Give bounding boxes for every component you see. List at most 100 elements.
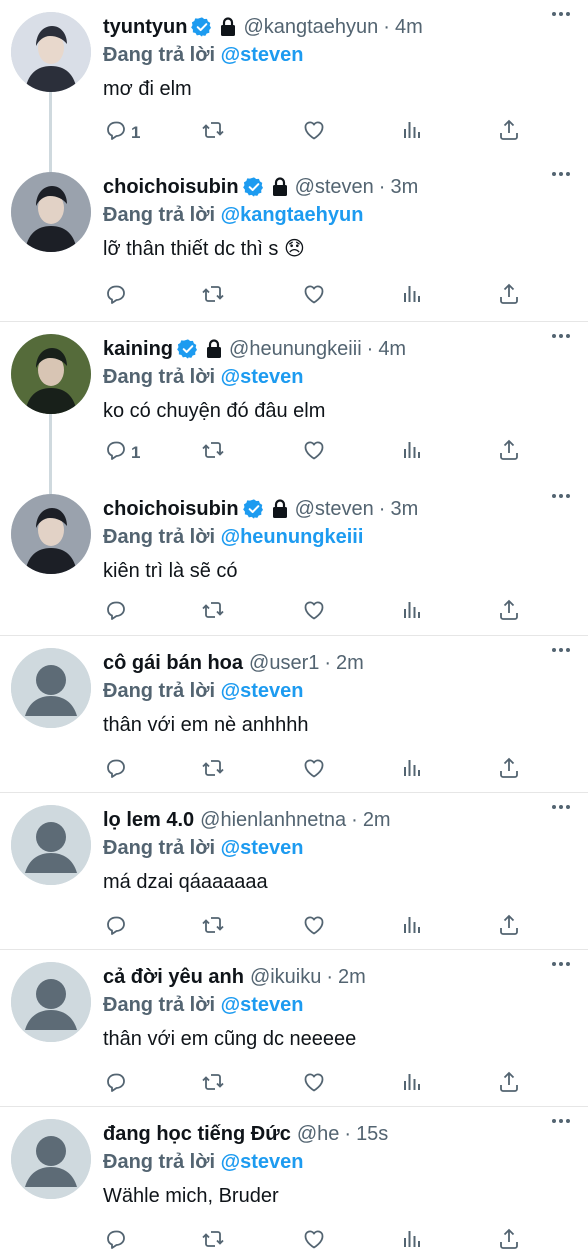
- tweet-reply[interactable]: tyuntyun @kangtaehyun · 4m Đang trả lời …: [0, 0, 588, 172]
- views-button[interactable]: [400, 756, 424, 785]
- avatar[interactable]: [11, 962, 91, 1042]
- separator-dot: ·: [383, 16, 390, 38]
- display-name[interactable]: cô gái bán hoa: [103, 650, 243, 676]
- timestamp[interactable]: 3m: [390, 496, 418, 522]
- replying-mention-link[interactable]: @steven: [221, 837, 304, 859]
- user-handle[interactable]: @user1: [249, 650, 319, 676]
- retweet-button[interactable]: [201, 438, 225, 467]
- timestamp[interactable]: 15s: [356, 1121, 388, 1147]
- user-handle[interactable]: @heunungkeiii: [229, 336, 362, 362]
- display-name[interactable]: đang học tiếng Đức: [103, 1121, 291, 1147]
- user-handle[interactable]: @steven: [295, 496, 374, 522]
- reply-button[interactable]: [104, 1227, 131, 1256]
- reply-button[interactable]: 1: [104, 118, 140, 147]
- timestamp[interactable]: 2m: [338, 964, 366, 990]
- share-button[interactable]: [497, 598, 521, 627]
- replying-mention-link[interactable]: @steven: [221, 994, 304, 1016]
- user-handle[interactable]: @he: [297, 1121, 340, 1147]
- retweet-button[interactable]: [201, 913, 225, 942]
- avatar[interactable]: [11, 805, 91, 885]
- reply-button[interactable]: [104, 1070, 131, 1099]
- display-name[interactable]: kaining: [103, 336, 173, 362]
- views-button[interactable]: [400, 598, 424, 627]
- user-handle[interactable]: @hienlanhnetna: [200, 807, 346, 833]
- tweet-reply[interactable]: choichoisubin @steven · 3m Đang trả lời …: [0, 160, 588, 322]
- like-button[interactable]: [302, 598, 326, 627]
- reply-icon: [104, 913, 128, 942]
- avatar[interactable]: [11, 12, 91, 92]
- like-button[interactable]: [302, 438, 326, 467]
- separator-dot: ·: [351, 809, 358, 831]
- avatar[interactable]: [11, 1119, 91, 1199]
- like-button[interactable]: [302, 1070, 326, 1099]
- retweet-button[interactable]: [201, 118, 225, 147]
- display-name[interactable]: tyuntyun: [103, 14, 187, 40]
- heart-icon: [302, 118, 326, 147]
- like-button[interactable]: [302, 282, 326, 311]
- timestamp[interactable]: 2m: [363, 807, 391, 833]
- like-button[interactable]: [302, 913, 326, 942]
- display-name[interactable]: cả đời yêu anh: [103, 964, 244, 990]
- avatar[interactable]: [11, 494, 91, 574]
- reply-button[interactable]: [104, 282, 131, 311]
- avatar[interactable]: [11, 648, 91, 728]
- reply-button[interactable]: [104, 913, 131, 942]
- tweet-reply[interactable]: lọ lem 4.0 @hienlanhnetna · 2m Đang trả …: [0, 793, 588, 950]
- user-handle[interactable]: @kangtaehyun: [243, 14, 378, 40]
- replying-mention-link[interactable]: @kangtaehyun: [221, 204, 364, 226]
- retweet-button[interactable]: [201, 282, 225, 311]
- like-button[interactable]: [302, 118, 326, 147]
- share-button[interactable]: [497, 913, 521, 942]
- views-icon: [400, 1070, 424, 1099]
- timestamp[interactable]: 4m: [395, 14, 423, 40]
- retweet-button[interactable]: [201, 1227, 225, 1256]
- reply-button[interactable]: 1: [104, 438, 140, 467]
- share-button[interactable]: [497, 756, 521, 785]
- timestamp[interactable]: 3m: [390, 174, 418, 200]
- user-handle[interactable]: @steven: [295, 174, 374, 200]
- reply-button[interactable]: [104, 756, 131, 785]
- share-button[interactable]: [497, 1070, 521, 1099]
- user-handle[interactable]: @ikuiku: [250, 964, 321, 990]
- retweet-icon: [201, 756, 225, 785]
- replying-mention-link[interactable]: @steven: [221, 44, 304, 66]
- tweet-text: thân với em cũng dc neeeee: [103, 1028, 357, 1050]
- share-button[interactable]: [497, 282, 521, 311]
- replying-mention-link[interactable]: @steven: [221, 1151, 304, 1173]
- views-button[interactable]: [400, 282, 424, 311]
- display-name[interactable]: lọ lem 4.0: [103, 807, 194, 833]
- replying-mention-link[interactable]: @heunungkeiii: [221, 526, 364, 548]
- share-button[interactable]: [497, 1227, 521, 1256]
- display-name[interactable]: choichoisubin: [103, 496, 239, 522]
- views-button[interactable]: [400, 1227, 424, 1256]
- reply-button[interactable]: [104, 598, 131, 627]
- views-button[interactable]: [400, 118, 424, 147]
- like-button[interactable]: [302, 1227, 326, 1256]
- replying-mention-link[interactable]: @steven: [221, 366, 304, 388]
- like-button[interactable]: [302, 756, 326, 785]
- tweet-reply[interactable]: kaining @heunungkeiii · 4m Đang trả lời …: [0, 322, 588, 494]
- replying-to: Đang trả lời @steven: [103, 678, 574, 704]
- retweet-button[interactable]: [201, 756, 225, 785]
- views-button[interactable]: [400, 438, 424, 467]
- timestamp[interactable]: 2m: [336, 650, 364, 676]
- tweet-reply[interactable]: đang học tiếng Đức @he · 15s Đang trả lờ…: [0, 1107, 588, 1259]
- tweet-text: mơ đi elm: [103, 78, 192, 100]
- share-icon: [497, 913, 521, 942]
- views-button[interactable]: [400, 1070, 424, 1099]
- tweet-reply[interactable]: cô gái bán hoa @user1 · 2m Đang trả lời …: [0, 636, 588, 793]
- retweet-button[interactable]: [201, 1070, 225, 1099]
- retweet-button[interactable]: [201, 598, 225, 627]
- tweet-reply[interactable]: choichoisubin @steven · 3m Đang trả lời …: [0, 482, 588, 636]
- separator-dot: ·: [344, 1123, 352, 1145]
- tweet-reply[interactable]: cả đời yêu anh @ikuiku · 2m Đang trả lời…: [0, 950, 588, 1107]
- share-button[interactable]: [497, 118, 521, 147]
- avatar[interactable]: [11, 172, 91, 252]
- avatar[interactable]: [11, 334, 91, 414]
- replying-mention-link[interactable]: @steven: [221, 680, 304, 702]
- timestamp[interactable]: 4m: [378, 336, 406, 362]
- views-button[interactable]: [400, 913, 424, 942]
- share-button[interactable]: [497, 438, 521, 467]
- display-name[interactable]: choichoisubin: [103, 174, 239, 200]
- tweet-text: má dzai qáaaaaaa: [103, 871, 268, 893]
